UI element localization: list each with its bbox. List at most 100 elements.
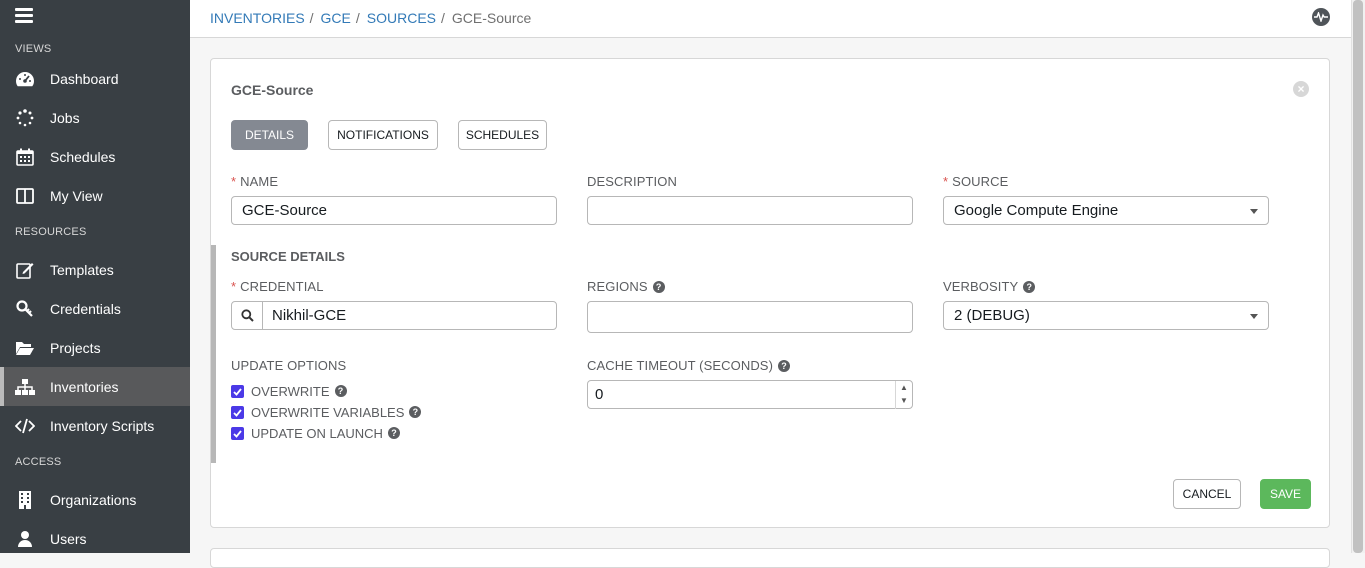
update-options-label: UPDATE OPTIONS <box>231 358 347 373</box>
sidebar-item-label: Organizations <box>50 491 137 508</box>
cancel-button[interactable]: CANCEL <box>1173 479 1241 509</box>
credential-label: * CREDENTIAL <box>231 279 324 294</box>
overwrite-variables-checkbox[interactable] <box>231 406 244 419</box>
lower-panel <box>210 548 1330 568</box>
code-icon <box>15 416 35 436</box>
cache-timeout-value: 0 <box>595 386 604 403</box>
source-select[interactable]: Google Compute Engine <box>943 196 1269 225</box>
sidebar-item-label: Credentials <box>50 300 121 317</box>
breadcrumb-gce[interactable]: GCE <box>321 10 351 26</box>
stepper-down-icon[interactable]: ▼ <box>896 394 912 407</box>
key-icon <box>15 299 35 319</box>
sidebar-item-label: Inventories <box>50 378 119 395</box>
stepper-up-icon[interactable]: ▲ <box>896 381 912 394</box>
top-bar: INVENTORIES / GCE / SOURCES / GCE-Source <box>190 0 1351 38</box>
help-icon[interactable]: ? <box>652 280 665 293</box>
verbosity-label: VERBOSITY? <box>943 279 1036 294</box>
hamburger-menu-icon[interactable] <box>15 8 33 24</box>
update-on-launch-checkbox[interactable] <box>231 427 244 440</box>
caret-down-icon <box>1250 314 1258 319</box>
breadcrumb-sources[interactable]: SOURCES <box>367 10 436 26</box>
tab-details[interactable]: DETAILS <box>231 120 308 150</box>
name-label: * NAME <box>231 174 279 189</box>
scrollbar-thumb[interactable] <box>1353 0 1363 553</box>
sidebar-item-label: Projects <box>50 339 101 356</box>
overwrite-option: OVERWRITE ? <box>231 384 347 399</box>
update-on-launch-option: UPDATE ON LAUNCH ? <box>231 426 400 441</box>
building-icon <box>15 490 35 510</box>
cache-timeout-label: CACHE TIMEOUT (SECONDS)? <box>587 358 791 373</box>
sidebar-item-dashboard[interactable]: Dashboard <box>0 59 190 98</box>
breadcrumb-separator: / <box>309 10 314 26</box>
overwrite-variables-option: OVERWRITE VARIABLES ? <box>231 405 422 420</box>
sidebar-item-label: Templates <box>50 261 114 278</box>
description-field[interactable] <box>587 196 913 225</box>
sidebar-item-inventory-scripts[interactable]: Inventory Scripts <box>0 406 190 445</box>
panel-title: GCE-Source <box>231 82 314 98</box>
source-label: * SOURCE <box>943 174 1009 189</box>
source-select-value: Google Compute Engine <box>954 202 1119 219</box>
sidebar-item-label: Jobs <box>50 109 80 126</box>
source-details-accent <box>211 245 216 463</box>
columns-icon <box>15 186 35 206</box>
sidebar-item-schedules[interactable]: Schedules <box>0 137 190 176</box>
breadcrumb-separator: / <box>355 10 360 26</box>
tab-schedules[interactable]: SCHEDULES <box>458 120 547 150</box>
update-on-launch-label: UPDATE ON LAUNCH <box>251 426 383 441</box>
sidebar-item-label: Schedules <box>50 148 116 165</box>
calendar-icon <box>15 147 35 167</box>
overwrite-variables-label: OVERWRITE VARIABLES <box>251 405 405 420</box>
credential-lookup[interactable]: Nikhil-GCE <box>231 301 557 330</box>
edit-icon <box>15 260 35 280</box>
sidebar: VIEWS Dashboard Jobs Schedules My View R… <box>0 0 190 553</box>
tab-notifications[interactable]: NOTIFICATIONS <box>328 120 438 150</box>
sitemap-icon <box>15 377 35 397</box>
sidebar-item-label: My View <box>50 187 103 204</box>
verbosity-select-value: 2 (DEBUG) <box>954 307 1030 324</box>
user-icon <box>15 529 35 549</box>
description-label: DESCRIPTION <box>587 174 677 189</box>
regions-field[interactable] <box>587 301 913 333</box>
credential-value: Nikhil-GCE <box>272 307 347 324</box>
help-icon[interactable]: ? <box>387 426 400 439</box>
activity-stream-icon[interactable] <box>1312 8 1330 26</box>
breadcrumb-current: GCE-Source <box>451 10 532 26</box>
section-label-access: ACCESS <box>15 456 62 468</box>
close-icon[interactable]: × <box>1293 81 1309 97</box>
cache-timeout-stepper[interactable]: 0 ▲ ▼ <box>587 380 913 409</box>
sidebar-item-inventories[interactable]: Inventories <box>0 367 190 406</box>
overwrite-checkbox[interactable] <box>231 385 244 398</box>
sidebar-item-jobs[interactable]: Jobs <box>0 98 190 137</box>
spinner-icon <box>15 108 35 128</box>
name-field[interactable]: GCE-Source <box>231 196 557 225</box>
help-icon[interactable]: ? <box>334 384 347 397</box>
sidebar-item-organizations[interactable]: Organizations <box>0 480 190 519</box>
breadcrumb-separator: / <box>441 10 445 26</box>
help-icon[interactable]: ? <box>778 359 791 372</box>
stepper-controls: ▲ ▼ <box>895 381 912 409</box>
verbosity-select[interactable]: 2 (DEBUG) <box>943 301 1269 330</box>
search-icon[interactable] <box>232 302 263 329</box>
sidebar-item-label: Inventory Scripts <box>50 417 155 434</box>
section-label-resources: RESOURCES <box>15 226 87 238</box>
sidebar-item-templates[interactable]: Templates <box>0 250 190 289</box>
sidebar-item-label: Users <box>50 530 87 547</box>
sidebar-item-credentials[interactable]: Credentials <box>0 289 190 328</box>
overwrite-label: OVERWRITE <box>251 384 330 399</box>
sidebar-item-users[interactable]: Users <box>0 519 190 558</box>
sidebar-item-my-view[interactable]: My View <box>0 176 190 215</box>
help-icon[interactable]: ? <box>1023 280 1036 293</box>
source-details-title: SOURCE DETAILS <box>231 249 345 264</box>
breadcrumb: INVENTORIES / GCE / SOURCES / GCE-Source <box>210 10 531 26</box>
sidebar-item-label: Dashboard <box>50 70 119 87</box>
folder-open-icon <box>15 338 35 358</box>
breadcrumb-inventories[interactable]: INVENTORIES <box>210 10 305 26</box>
save-button[interactable]: SAVE <box>1260 479 1311 509</box>
section-label-views: VIEWS <box>15 43 52 55</box>
caret-down-icon <box>1250 209 1258 214</box>
source-form-panel: GCE-Source × DETAILS NOTIFICATIONS SCHED… <box>210 58 1330 528</box>
help-icon[interactable]: ? <box>409 405 422 418</box>
sidebar-item-projects[interactable]: Projects <box>0 328 190 367</box>
dashboard-icon <box>15 69 35 89</box>
regions-label: REGIONS? <box>587 279 665 294</box>
